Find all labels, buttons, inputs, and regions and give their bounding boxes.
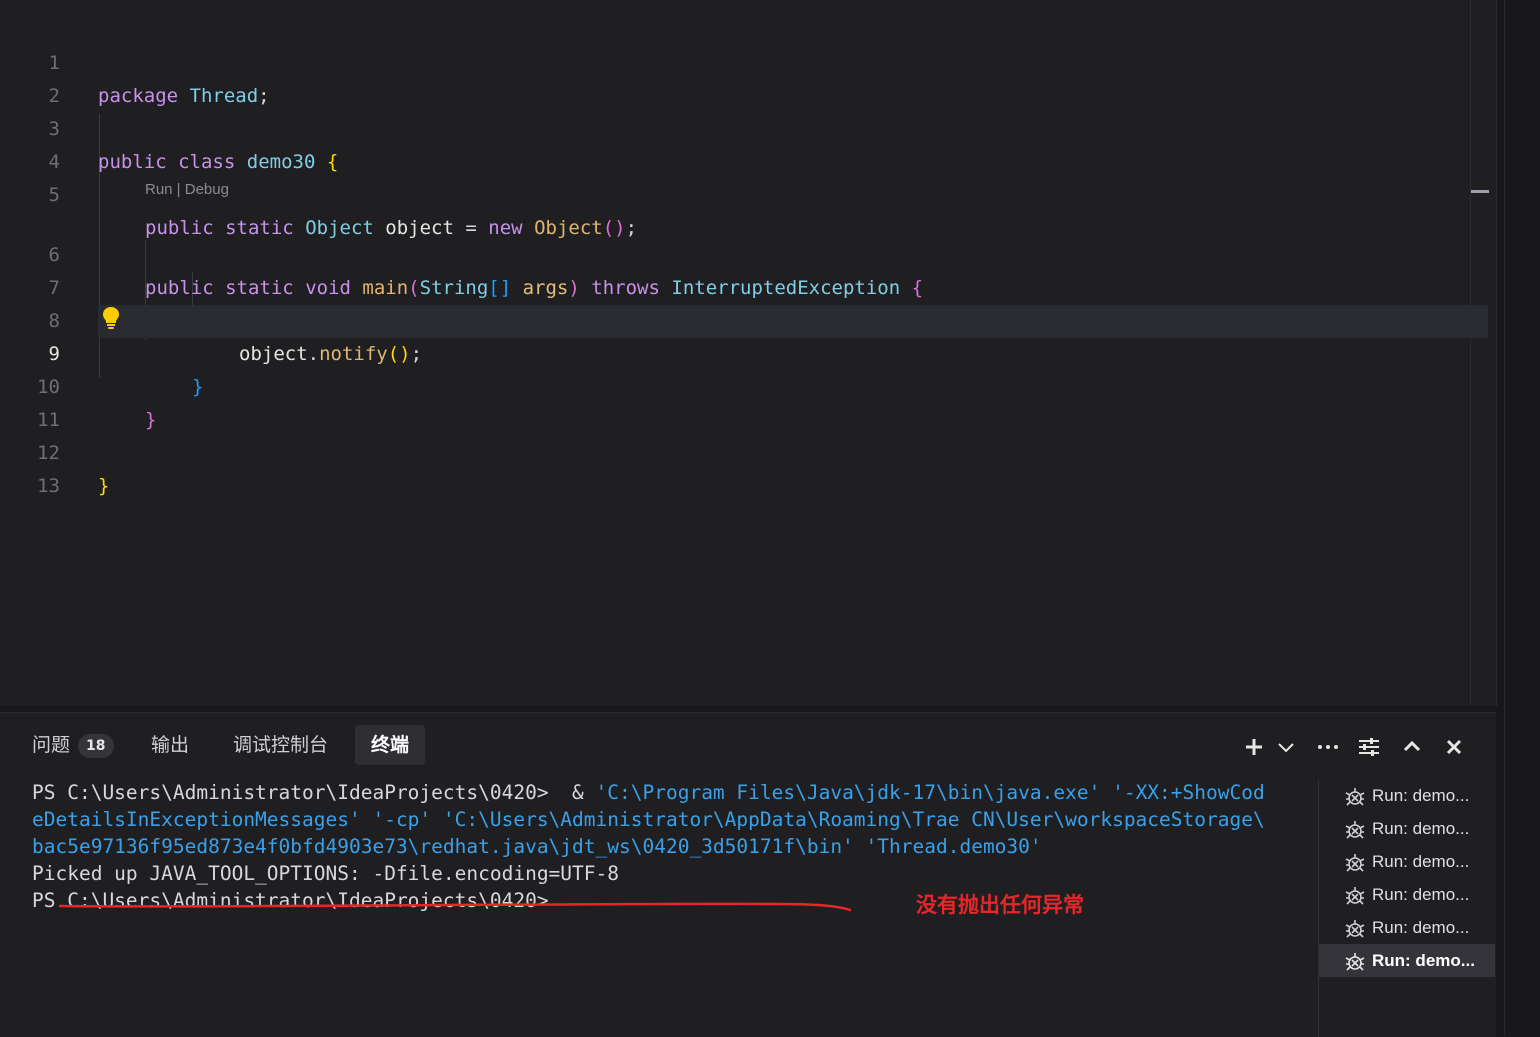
code-line-9[interactable]: 9 } [0, 305, 1488, 398]
codelens-run-debug[interactable]: Run | Debug [145, 181, 229, 198]
terminal-line-2: eDetailsInExceptionMessages' '-cp' 'C:\U… [32, 808, 1265, 831]
code-line-4[interactable]: 4 [0, 113, 1488, 173]
tab-terminal[interactable]: 终端 [355, 725, 426, 765]
code-editor[interactable]: 1 package Thread; 2 3 public class demo3… [0, 0, 1497, 706]
code-line-6[interactable]: 6 public static void main(String[] args)… [0, 206, 1488, 299]
chevron-up-icon[interactable] [1400, 735, 1424, 759]
terminal-line-1: PS C:\Users\Administrator\IdeaProjects\0… [32, 779, 1302, 806]
scrollbar-marker [1471, 190, 1489, 193]
debug-icon [1345, 887, 1365, 905]
annotation-text: 没有抛出任何异常 [916, 893, 1084, 917]
terminal-session-item-active[interactable]: Run: demo... [1319, 944, 1495, 977]
terminal-session-item[interactable]: Run: demo... [1319, 779, 1495, 812]
code-line-1[interactable]: 1 package Thread; [0, 14, 1488, 107]
problems-count-badge: 18 [78, 733, 114, 758]
terminal-command: 'C:\Program Files\Java\jdk-17\bin\java.e… [595, 781, 1265, 804]
code-line-3[interactable]: 3 public class demo30 { [0, 80, 1488, 173]
terminal-line-3: bac5e97136f95ed873e4f0bfd4903e73\redhat.… [32, 835, 1042, 858]
tab-label: 问题 [32, 734, 71, 756]
code-line-2[interactable]: 2 [0, 47, 1488, 107]
session-label: Run: demo... [1372, 918, 1470, 937]
terminal-prompt: PS C:\Users\Administrator\IdeaProjects\0… [32, 781, 596, 804]
tab-debug-console[interactable]: 调试控制台 [233, 725, 328, 765]
session-label: Run: demo... [1372, 786, 1470, 805]
lightbulb-icon[interactable] [101, 306, 121, 330]
code-line-13[interactable]: 13 [0, 437, 1488, 497]
terminal-session-item[interactable]: Run: demo... [1319, 845, 1495, 878]
terminal-session-item[interactable]: Run: demo... [1319, 812, 1495, 845]
bottom-panel: 问题 18 输出 调试控制台 终端 PS C:\Users\Administrat… [0, 712, 1496, 1037]
tab-output[interactable]: 输出 [151, 725, 189, 765]
more-icon[interactable] [1316, 735, 1340, 759]
line-number: 13 [37, 475, 60, 497]
chevron-down-icon[interactable] [1274, 735, 1298, 759]
close-icon[interactable] [1442, 735, 1466, 759]
plus-icon[interactable] [1242, 735, 1266, 759]
terminal-line-4: Picked up JAVA_TOOL_OPTIONS: -Dfile.enco… [32, 862, 619, 885]
terminal-session-item[interactable]: Run: demo... [1319, 878, 1495, 911]
code-line-8[interactable]: 8 object.notify(); [0, 272, 1488, 365]
settings-sliders-icon[interactable] [1357, 735, 1381, 759]
tab-problems[interactable]: 问题 18 [32, 725, 114, 765]
code-line-10[interactable]: 10 } [0, 338, 1488, 431]
session-label: Run: demo... [1372, 852, 1470, 871]
code-line-7[interactable]: 7 synchronized (object) { [0, 239, 1488, 332]
terminal-session-item[interactable]: Run: demo... [1319, 911, 1495, 944]
session-label: Run: demo... [1372, 951, 1475, 970]
brace: } [98, 475, 110, 497]
terminal-session-list: Run: demo... Run: demo... Run: demo... R… [1318, 779, 1497, 1037]
debug-icon [1345, 920, 1365, 938]
debug-icon [1345, 788, 1365, 806]
code-line-5[interactable]: 5 public static Object object = new Obje… [0, 146, 1488, 239]
code-line-11[interactable]: 11 [0, 371, 1488, 431]
right-sidebar-strip [1504, 0, 1540, 1036]
annotation-underline [58, 902, 852, 912]
code-line-12[interactable]: 12 } [0, 404, 1488, 497]
session-label: Run: demo... [1372, 885, 1470, 904]
session-label: Run: demo... [1372, 819, 1470, 838]
debug-icon [1345, 953, 1365, 971]
debug-icon [1345, 854, 1365, 872]
debug-icon [1345, 821, 1365, 839]
